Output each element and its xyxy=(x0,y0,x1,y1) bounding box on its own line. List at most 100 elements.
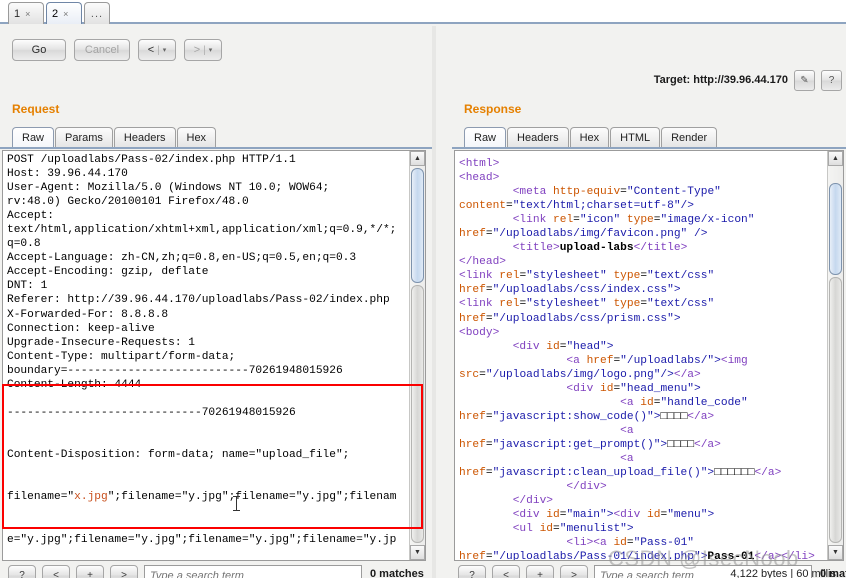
chevron-down-icon: ▾ xyxy=(208,47,213,54)
request-match-count: 0 matches xyxy=(370,568,424,578)
request-find-add-button[interactable]: + xyxy=(76,565,104,578)
request-raw-editor[interactable]: POST /uploadlabs/Pass-02/index.php HTTP/… xyxy=(2,150,426,561)
response-body-line: href="/uploadlabs/Pass-01/index.php">Pas… xyxy=(459,551,815,561)
scroll-down-icon[interactable]: ▼ xyxy=(410,545,425,560)
forward-button[interactable]: > | ▾ xyxy=(184,39,222,61)
repeater-tab-1[interactable]: 1 × xyxy=(8,2,44,24)
button-separator: | xyxy=(203,44,206,56)
request-tab-hex[interactable]: Hex xyxy=(176,127,217,148)
request-find-help-button[interactable]: ? xyxy=(8,565,36,578)
response-body-line: <body> xyxy=(459,326,500,339)
cancel-button[interactable]: Cancel xyxy=(74,39,130,61)
response-find-add-button[interactable]: + xyxy=(526,565,554,578)
response-vertical-scrollbar[interactable]: ▲ ▼ xyxy=(827,151,843,560)
repeater-tab-2[interactable]: 2 × xyxy=(46,2,82,24)
chevron-down-icon: ▾ xyxy=(162,47,167,54)
forward-arrow-icon: > xyxy=(193,44,201,56)
back-button[interactable]: < | ▾ xyxy=(138,39,176,61)
response-body-line: <div id="head"> xyxy=(512,340,614,353)
response-body-line: src="/uploadlabs/img/logo.png"/></a> xyxy=(459,368,701,381)
response-tabs: Raw Headers Hex HTML Render xyxy=(464,126,718,148)
target-bar: Target: http://39.96.44.170 ✎ ? xyxy=(654,69,842,91)
add-repeater-tab-button[interactable]: ... xyxy=(84,2,110,24)
request-header-line: Connection: keep-alive xyxy=(7,322,155,335)
request-header-line: X-Forwarded-For: 8.8.8.8 xyxy=(7,308,169,321)
response-body-line: <a xyxy=(620,424,634,437)
request-header-line: q=0.8 xyxy=(7,238,41,251)
response-body-line: <html> xyxy=(459,158,500,170)
response-tab-headers[interactable]: Headers xyxy=(507,127,569,148)
target-label: Target: http://39.96.44.170 xyxy=(653,74,788,86)
request-tab-headers[interactable]: Headers xyxy=(113,127,176,148)
request-tab-params[interactable]: Params xyxy=(55,127,113,148)
response-body-line: </div> xyxy=(566,481,607,494)
response-body-line: <div id="head_menu"> xyxy=(566,382,701,395)
request-body-text: -----------------------------70261948015… xyxy=(7,378,407,560)
pencil-icon[interactable]: ✎ xyxy=(794,69,815,91)
request-header-line: Upgrade-Insecure-Requests: 1 xyxy=(7,336,195,349)
response-body-line: <link rel="stylesheet" type="text/css" xyxy=(459,270,715,283)
response-body-line: href="javascript:show_code()">□□□□</a> xyxy=(459,410,715,423)
filename-highlight: x.jpg xyxy=(74,491,108,504)
response-body-line: <li><a id="Pass-01" xyxy=(566,537,695,550)
response-tab-render[interactable]: Render xyxy=(661,127,718,148)
request-section-title: Request xyxy=(12,102,60,116)
request-header-line: boundary=---------------------------7026… xyxy=(7,364,343,377)
response-tab-raw[interactable]: Raw xyxy=(464,127,507,148)
button-separator: | xyxy=(157,44,160,56)
repeater-toolbar: Go Cancel < | ▾ > | ▾ xyxy=(0,26,432,72)
request-header-line: Content-Type: multipart/form-data; xyxy=(7,350,236,363)
scroll-down-icon[interactable]: ▼ xyxy=(828,545,843,560)
response-body-line: href="/uploadlabs/css/index.css"> xyxy=(459,284,681,297)
request-header-line: Host: 39.96.44.170 xyxy=(7,168,128,181)
response-tab-underline xyxy=(452,147,846,149)
request-pane: Go Cancel < | ▾ > | ▾ Request Raw Params… xyxy=(0,26,432,578)
scroll-up-icon[interactable]: ▲ xyxy=(410,151,425,166)
response-section-title: Response xyxy=(464,102,522,116)
response-pane: Target: http://39.96.44.170 ✎ ? Response… xyxy=(436,26,846,578)
response-body-line: <a id="handle_code" xyxy=(620,396,748,409)
scrollbar-thumb[interactable] xyxy=(411,168,424,283)
request-tab-raw[interactable]: Raw xyxy=(12,127,55,148)
request-header-line: Accept-Encoding: gzip, deflate xyxy=(7,266,209,279)
close-icon[interactable]: × xyxy=(25,9,30,19)
request-find-prev-button[interactable]: < xyxy=(42,565,70,578)
request-tab-underline xyxy=(0,147,432,149)
scrollbar-track[interactable] xyxy=(829,277,842,543)
response-body-text: <html> <head> <meta http-equiv="Content-T… xyxy=(459,157,825,561)
response-body-line: <div id="main"><div id="menu"> xyxy=(512,509,715,522)
response-find-next-button[interactable]: > xyxy=(560,565,588,578)
repeater-tab-2-label: 2 xyxy=(52,7,59,20)
response-body-line: <title>upload-labs</title> xyxy=(512,242,688,255)
response-find-prev-button[interactable]: < xyxy=(492,565,520,578)
response-raw-editor[interactable]: <html> <head> <meta http-equiv="Content-T… xyxy=(454,150,844,561)
request-vertical-scrollbar[interactable]: ▲ ▼ xyxy=(409,151,425,560)
response-body-line: href="javascript:get_prompt()">□□□□</a> xyxy=(459,438,721,451)
request-find-next-button[interactable]: > xyxy=(110,565,138,578)
go-button[interactable]: Go xyxy=(12,39,66,61)
request-tabs: Raw Params Headers Hex xyxy=(12,126,217,148)
scroll-up-icon[interactable]: ▲ xyxy=(828,151,843,166)
response-body-line: <link rel="icon" type="image/x-icon" xyxy=(512,214,755,227)
burp-repeater-window: 1 × 2 × ... Go Cancel < | ▾ > | ▾ Reques… xyxy=(0,0,846,578)
request-header-line: Referer: http://39.96.44.170/uploadlabs/… xyxy=(7,294,390,307)
response-tab-html[interactable]: HTML xyxy=(610,127,661,148)
request-header-line: DNT: 1 xyxy=(7,280,48,293)
scrollbar-thumb[interactable] xyxy=(829,183,842,275)
response-body-line: </head> xyxy=(459,256,506,269)
response-find-help-button[interactable]: ? xyxy=(458,565,486,578)
response-body-line: content="text/html;charset=utf-8"/> xyxy=(459,200,694,213)
request-find-bar: ? < + > 0 matches xyxy=(2,564,426,578)
scrollbar-track[interactable] xyxy=(411,285,424,543)
response-status-text: 4,122 bytes | 60 millis xyxy=(730,568,836,578)
request-header-line: Accept: xyxy=(7,210,54,223)
request-search-input[interactable] xyxy=(144,565,362,578)
response-body-line: href="/uploadlabs/css/prism.css"> xyxy=(459,312,681,325)
close-icon[interactable]: × xyxy=(63,9,68,19)
request-header-line: rv:48.0) Gecko/20100101 Firefox/48.0 xyxy=(7,196,249,209)
response-body-line: <link rel="stylesheet" type="text/css" xyxy=(459,298,715,311)
request-header-line: User-Agent: Mozilla/5.0 (Windows NT 10.0… xyxy=(7,182,330,195)
response-body-line: <meta http-equiv="Content-Type" xyxy=(512,186,721,199)
response-tab-hex[interactable]: Hex xyxy=(569,127,610,148)
help-icon[interactable]: ? xyxy=(821,69,842,91)
